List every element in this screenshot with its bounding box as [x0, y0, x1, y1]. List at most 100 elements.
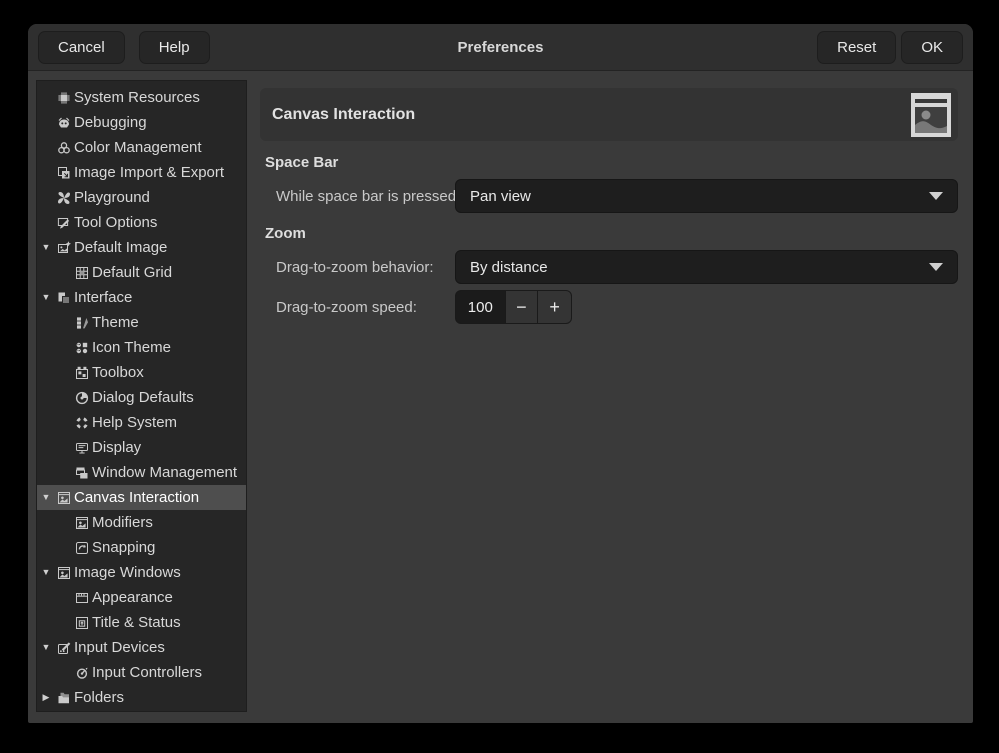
monitor-icon — [73, 440, 90, 456]
folders-icon — [55, 690, 72, 706]
sidebar-item-image-import-export[interactable]: Image Import & Export — [37, 160, 246, 185]
sidebar-item-tool-options[interactable]: Tool Options — [37, 210, 246, 235]
sidebar-item-default-grid[interactable]: Default Grid — [37, 260, 246, 285]
preferences-dialog: Preferences Cancel Help Reset OK System … — [28, 24, 973, 723]
sidebar-item-label: Dialog Defaults — [92, 389, 194, 406]
sidebar-item-canvas-interaction[interactable]: ▼Canvas Interaction — [37, 485, 246, 510]
canvas-interaction-icon — [911, 93, 951, 137]
sidebar-item-modifiers[interactable]: Modifiers — [37, 510, 246, 535]
sidebar-item-label: Folders — [74, 689, 124, 706]
page-header: Canvas Interaction — [260, 88, 958, 141]
reset-button[interactable]: Reset — [817, 31, 896, 64]
sidebar-item-label: Toolbox — [92, 364, 144, 381]
page-title: Canvas Interaction — [272, 106, 415, 124]
cancel-button[interactable]: Cancel — [38, 31, 125, 64]
sidebar-item-interface[interactable]: ▼ Interface — [37, 285, 246, 310]
section-heading-space-bar: Space Bar — [265, 154, 338, 172]
expander-right-icon[interactable]: ▶ — [37, 685, 55, 710]
expander-down-icon[interactable]: ▼ — [37, 235, 55, 260]
window-title-icon — [73, 615, 90, 631]
ok-button[interactable]: OK — [901, 31, 963, 64]
sidebar-item-label: Default Grid — [92, 264, 172, 281]
sidebar-item-label: Image Windows — [74, 564, 181, 581]
section-heading-zoom: Zoom — [265, 225, 306, 243]
sidebar-item-label: Playground — [74, 189, 150, 206]
panels-icon — [55, 290, 72, 306]
sidebar-item-default-image[interactable]: ▼ Default Image — [37, 235, 246, 260]
snapping-icon — [73, 540, 90, 556]
sidebar-item-playground[interactable]: Playground — [37, 185, 246, 210]
space-bar-select[interactable]: Pan view — [455, 179, 958, 213]
gauge-icon — [73, 390, 90, 406]
sidebar-item-color-management[interactable]: Color Management — [37, 135, 246, 160]
sidebar-item-icon-theme[interactable]: Icon Theme — [37, 335, 246, 360]
chevron-down-icon — [929, 263, 943, 271]
grid-icon — [73, 265, 90, 281]
sidebar-item-dialog-defaults[interactable]: Dialog Defaults — [37, 385, 246, 410]
photo-icon — [55, 490, 72, 506]
preferences-category-tree[interactable]: System Resources Debugging Color Managemen… — [36, 80, 247, 712]
icon-theme-icon — [73, 340, 90, 356]
sidebar-item-input-devices[interactable]: ▼ Input Devices — [37, 635, 246, 660]
sidebar-item-folders[interactable]: ▶ Folders — [37, 685, 246, 710]
sidebar-item-help-system[interactable]: Help System — [37, 410, 246, 435]
image-star-icon — [55, 240, 72, 256]
tablet-pen-icon — [55, 640, 72, 656]
preferences-page: Canvas Interaction Space Bar While space… — [260, 80, 958, 712]
sidebar-item-input-controllers[interactable]: Input Controllers — [37, 660, 246, 685]
zoom-speed-spinner: 100 − + — [455, 290, 572, 324]
fan-icon — [55, 190, 72, 206]
expander-down-icon[interactable]: ▼ — [37, 635, 55, 660]
window-ruler-icon — [73, 590, 90, 606]
zoom-speed-input[interactable]: 100 — [456, 291, 505, 323]
chevron-down-icon — [929, 192, 943, 200]
sidebar-item-label: Help System — [92, 414, 177, 431]
sidebar-item-theme[interactable]: Theme — [37, 310, 246, 335]
color-circles-icon — [55, 140, 72, 156]
theme-swatches-icon — [73, 315, 90, 331]
sidebar-item-label: Default Image — [74, 239, 167, 256]
sidebar-item-toolbox[interactable]: Toolbox — [37, 360, 246, 385]
space-bar-row: While space bar is pressed: Pan view — [260, 179, 958, 213]
photo-icon — [55, 565, 72, 581]
sidebar-item-label: Debugging — [74, 114, 147, 131]
space-bar-selected-value: Pan view — [470, 188, 531, 205]
photo-icon — [73, 515, 90, 531]
sidebar-item-snapping[interactable]: Snapping — [37, 535, 246, 560]
sidebar-item-window-management[interactable]: Window Management — [37, 460, 246, 485]
sidebar-item-title-status[interactable]: Title & Status — [37, 610, 246, 635]
sidebar-item-debugging[interactable]: Debugging — [37, 110, 246, 135]
import-export-icon — [55, 165, 72, 181]
help-button[interactable]: Help — [139, 31, 210, 64]
toolbox-icon — [73, 365, 90, 381]
sidebar-item-label: Input Devices — [74, 639, 165, 656]
sidebar-item-label: Snapping — [92, 539, 155, 556]
sidebar-item-label: Appearance — [92, 589, 173, 606]
titlebar-right-buttons: Reset OK — [817, 31, 963, 64]
zoom-behavior-row: Drag-to-zoom behavior: By distance — [260, 250, 958, 284]
wilber-bug-icon — [55, 115, 72, 131]
sidebar-item-label: Icon Theme — [92, 339, 171, 356]
sidebar-item-appearance[interactable]: Appearance — [37, 585, 246, 610]
sidebar-item-image-windows[interactable]: ▼ Image Windows — [37, 560, 246, 585]
sidebar-item-label: Title & Status — [92, 614, 181, 631]
cpu-icon — [55, 90, 72, 106]
zoom-behavior-select[interactable]: By distance — [455, 250, 958, 284]
life-ring-icon — [73, 415, 90, 431]
zoom-behavior-selected-value: By distance — [470, 259, 548, 276]
expander-down-icon[interactable]: ▼ — [37, 560, 55, 585]
tool-options-icon — [55, 215, 72, 231]
expander-down-icon[interactable]: ▼ — [37, 285, 55, 310]
zoom-speed-row: Drag-to-zoom speed: 100 − + — [260, 290, 958, 324]
zoom-speed-label: Drag-to-zoom speed: — [276, 299, 417, 316]
sidebar-item-display[interactable]: Display — [37, 435, 246, 460]
windows-stack-icon — [73, 465, 90, 481]
sidebar-item-label: Input Controllers — [92, 664, 202, 681]
sidebar-item-label: Color Management — [74, 139, 202, 156]
decrement-button[interactable]: − — [505, 291, 538, 323]
expander-down-icon[interactable]: ▼ — [37, 485, 55, 510]
sidebar-item-system-resources[interactable]: System Resources — [37, 85, 246, 110]
sidebar-item-label: Interface — [74, 289, 132, 306]
increment-button[interactable]: + — [537, 291, 571, 323]
titlebar: Preferences Cancel Help Reset OK — [28, 24, 973, 71]
